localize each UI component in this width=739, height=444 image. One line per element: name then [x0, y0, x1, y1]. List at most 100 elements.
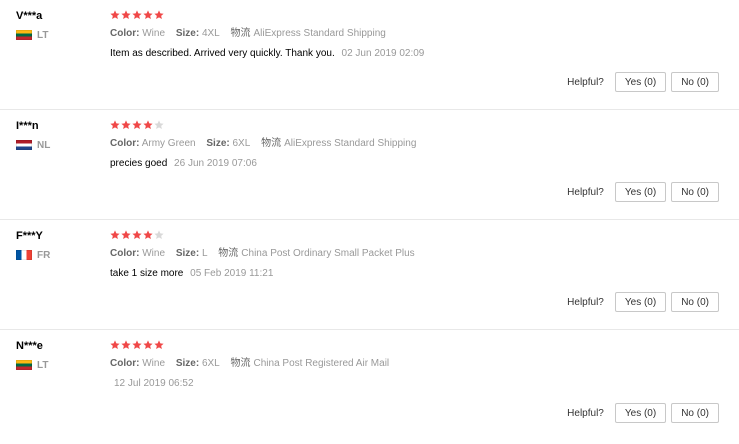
reviewer-name: V***a — [16, 10, 43, 22]
star-filled-icon — [132, 120, 142, 130]
size-value: 4XL — [201, 28, 220, 39]
shipping-label: 物流 — [230, 28, 251, 39]
helpful-vote: Helpful? Yes (0) No (0) — [567, 403, 719, 423]
review-date: 12 Jul 2019 06:52 — [114, 378, 194, 389]
helpful-label: Helpful? — [567, 296, 604, 308]
review-date: 26 Jun 2019 07:06 — [174, 158, 257, 169]
lithuania-flag-icon — [16, 360, 32, 370]
country-code: NL — [37, 139, 51, 151]
star-rating — [110, 10, 723, 22]
reviewer-country: LT — [16, 359, 106, 371]
review-body: take 1 size more 05 Feb 2019 11:21 — [110, 268, 723, 280]
star-filled-icon — [143, 10, 153, 20]
helpful-yes-button[interactable]: Yes (0) — [614, 292, 667, 312]
review-body: precies goed 26 Jun 2019 07:06 — [110, 158, 723, 170]
helpful-no-button[interactable]: No (0) — [671, 292, 719, 312]
review-feed: V***a LT Color: Wine Size: 4XL 物流 AliExpr… — [0, 0, 739, 440]
shipping-label: 物流 — [218, 248, 239, 259]
shipping-value: China Post Ordinary Small Packet Plus — [241, 248, 415, 259]
helpful-no-button[interactable]: No (0) — [671, 72, 719, 92]
helpful-vote: Helpful? Yes (0) No (0) — [567, 182, 719, 202]
review-item: I***n NL Color: Army Green Size: 6XL 物流 A… — [0, 110, 739, 220]
star-filled-icon — [132, 10, 142, 20]
reviewer-country: NL — [16, 139, 106, 151]
review-item: F***Y FR Color: Wine Size: L 物流 China Pos… — [0, 220, 739, 330]
reviewer-name: I***n — [16, 120, 39, 132]
star-filled-icon — [154, 340, 164, 350]
shipping-value: AliExpress Standard Shipping — [253, 28, 386, 39]
star-filled-icon — [154, 10, 164, 20]
star-filled-icon — [121, 230, 131, 240]
netherlands-flag-icon — [16, 140, 32, 150]
size-label: Size: — [206, 138, 230, 149]
review-content: Color: Wine Size: L 物流 China Post Ordinar… — [110, 230, 723, 280]
star-filled-icon — [121, 120, 131, 130]
helpful-label: Helpful? — [567, 76, 604, 88]
review-item: V***a LT Color: Wine Size: 4XL 物流 AliExpr… — [0, 0, 739, 110]
reviewer-country: LT — [16, 29, 106, 41]
color-label: Color: — [110, 248, 140, 259]
review-text: precies goed — [110, 158, 168, 169]
size-value: L — [201, 248, 208, 259]
reviewer-info: I***n NL — [16, 120, 106, 151]
color-label: Color: — [110, 358, 140, 369]
color-label: Color: — [110, 28, 140, 39]
size-label: Size: — [175, 248, 200, 259]
review-date: 02 Jun 2019 02:09 — [341, 48, 425, 59]
shipping-label: 物流 — [230, 358, 251, 369]
star-filled-icon — [143, 230, 153, 240]
star-filled-icon — [110, 10, 120, 20]
helpful-label: Helpful? — [567, 407, 604, 419]
color-value: Wine — [142, 28, 166, 39]
reviewer-country: FR — [16, 249, 106, 261]
color-value: Wine — [142, 248, 166, 259]
star-filled-icon — [132, 340, 142, 350]
review-content: Color: Wine Size: 4XL 物流 AliExpress Stand… — [110, 10, 723, 60]
star-empty-icon — [154, 230, 164, 240]
reviewer-name: F***Y — [16, 230, 43, 242]
review-item: N***e LT Color: Wine Size: 6XL 物流 China P… — [0, 330, 739, 440]
order-attributes: Color: Wine Size: L 物流 China Post Ordinar… — [110, 248, 723, 260]
review-date: 05 Feb 2019 11:21 — [190, 268, 274, 279]
review-text: take 1 size more — [110, 268, 184, 279]
reviewer-info: F***Y FR — [16, 230, 106, 261]
review-body: Item as described. Arrived very quickly.… — [110, 48, 723, 60]
country-code: FR — [37, 249, 51, 261]
star-filled-icon — [110, 120, 120, 130]
size-value: 6XL — [201, 358, 220, 369]
size-value: 6XL — [232, 138, 251, 149]
star-filled-icon — [110, 230, 120, 240]
star-filled-icon — [121, 340, 131, 350]
order-attributes: Color: Wine Size: 4XL 物流 AliExpress Stand… — [110, 28, 723, 40]
lithuania-flag-icon — [16, 30, 32, 40]
review-content: Color: Army Green Size: 6XL 物流 AliExpress… — [110, 120, 723, 170]
shipping-value: AliExpress Standard Shipping — [284, 138, 417, 149]
reviewer-info: V***a LT — [16, 10, 106, 41]
review-body: 12 Jul 2019 06:52 — [110, 378, 723, 390]
star-rating — [110, 230, 723, 242]
helpful-yes-button[interactable]: Yes (0) — [614, 182, 667, 202]
star-filled-icon — [121, 10, 131, 20]
shipping-label: 物流 — [261, 138, 282, 149]
star-filled-icon — [110, 340, 120, 350]
reviewer-info: N***e LT — [16, 340, 106, 371]
review-text: Item as described. Arrived very quickly.… — [110, 48, 335, 59]
star-empty-icon — [154, 120, 164, 130]
color-value: Wine — [142, 358, 166, 369]
helpful-no-button[interactable]: No (0) — [671, 182, 719, 202]
star-rating — [110, 340, 723, 352]
star-filled-icon — [132, 230, 142, 240]
country-code: LT — [37, 359, 49, 371]
star-filled-icon — [143, 120, 153, 130]
helpful-yes-button[interactable]: Yes (0) — [614, 403, 667, 423]
color-value: Army Green — [141, 138, 196, 149]
color-label: Color: — [110, 138, 140, 149]
helpful-vote: Helpful? Yes (0) No (0) — [567, 292, 719, 312]
helpful-yes-button[interactable]: Yes (0) — [614, 72, 667, 92]
order-attributes: Color: Wine Size: 6XL 物流 China Post Regis… — [110, 358, 723, 370]
shipping-value: China Post Registered Air Mail — [253, 358, 390, 369]
helpful-no-button[interactable]: No (0) — [671, 403, 719, 423]
france-flag-icon — [16, 250, 32, 260]
helpful-label: Helpful? — [567, 186, 604, 198]
helpful-vote: Helpful? Yes (0) No (0) — [567, 72, 719, 92]
